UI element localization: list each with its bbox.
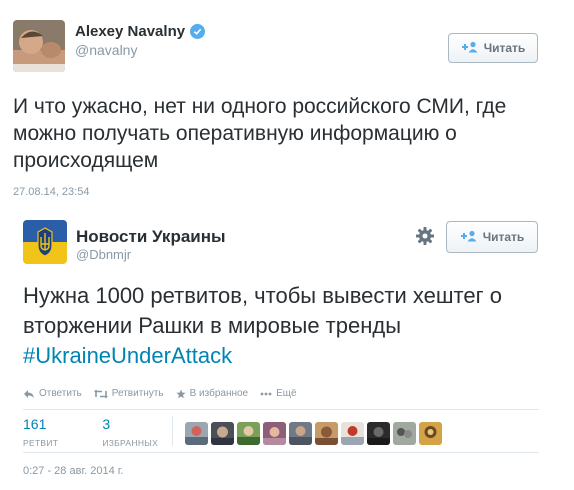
- avatar[interactable]: [289, 422, 312, 445]
- avatar[interactable]: [263, 422, 286, 445]
- star-icon: [175, 389, 186, 399]
- tweet-timestamp[interactable]: 0:27 - 28 авг. 2014 г.: [23, 465, 123, 477]
- divider: [23, 452, 539, 453]
- reply-icon: [23, 389, 35, 399]
- add-user-icon: [460, 230, 478, 245]
- retweet-icon: [93, 389, 108, 399]
- tweet-navalny: Alexey Navalny @navalny Читать И что ужа…: [0, 0, 574, 198]
- avatar[interactable]: [367, 422, 390, 445]
- tweet-novosti-ukrainy: Новости Украины @Dbnmjr Читать Нужна 100…: [0, 204, 574, 490]
- gear-icon[interactable]: [415, 226, 435, 246]
- favorites-stat[interactable]: 3 ИЗБРАННЫХ: [102, 416, 158, 448]
- follow-button[interactable]: Читать: [448, 33, 538, 63]
- retweeter-avatars: [185, 422, 442, 445]
- tweet-text: Нужна 1000 ретвитов, чтобы вывести хеште…: [23, 281, 543, 371]
- avatar[interactable]: [237, 422, 260, 445]
- divider: [172, 416, 173, 446]
- avatar[interactable]: [315, 422, 338, 445]
- retweet-label: Ретвитнуть: [111, 388, 164, 399]
- follow-button-label: Читать: [483, 41, 526, 55]
- avatar[interactable]: [393, 422, 416, 445]
- author-name-text[interactable]: Alexey Navalny: [75, 23, 185, 40]
- more-label: Ещё: [276, 388, 297, 399]
- avatar[interactable]: [23, 220, 67, 264]
- author-name[interactable]: Alexey Navalny: [75, 23, 206, 40]
- retweets-label: РЕТВИТ: [23, 438, 59, 448]
- tweet-stats: 161 РЕТВИТ 3 ИЗБРАННЫХ: [23, 416, 158, 448]
- follow-button-label: Читать: [482, 230, 525, 244]
- avatar[interactable]: [211, 422, 234, 445]
- favorites-count: 3: [102, 416, 111, 432]
- tweet-text: И что ужасно, нет ни одного российского …: [13, 95, 507, 172]
- tweet-actions: Ответить Ретвитнуть В избранное Ещё: [23, 388, 297, 399]
- reply-button[interactable]: Ответить: [23, 388, 82, 399]
- favorite-label: В избранное: [189, 388, 249, 399]
- avatar[interactable]: [341, 422, 364, 445]
- author-handle[interactable]: @Dbnmjr: [76, 247, 131, 262]
- retweet-button[interactable]: Ретвитнуть: [93, 388, 164, 399]
- avatar[interactable]: [13, 20, 65, 72]
- verified-badge-icon: [190, 24, 206, 39]
- avatar[interactable]: [419, 422, 442, 445]
- avatar[interactable]: [185, 422, 208, 445]
- favorite-button[interactable]: В избранное: [175, 388, 249, 399]
- tweet-timestamp[interactable]: 27.08.14, 23:54: [13, 186, 89, 198]
- follow-button[interactable]: Читать: [446, 221, 538, 253]
- add-user-icon: [461, 41, 479, 56]
- more-button[interactable]: Ещё: [260, 388, 297, 399]
- hashtag-link[interactable]: #UkraineUnderAttack: [23, 343, 232, 368]
- retweets-count: 161: [23, 416, 47, 432]
- reply-label: Ответить: [39, 388, 82, 399]
- tweet-text-main: Нужна 1000 ретвитов, чтобы вывести хеште…: [23, 283, 502, 338]
- author-name[interactable]: Новости Украины: [76, 227, 226, 247]
- author-handle[interactable]: @navalny: [75, 42, 137, 58]
- ellipsis-icon: [260, 392, 272, 396]
- favorites-label: ИЗБРАННЫХ: [102, 438, 159, 448]
- retweets-stat[interactable]: 161 РЕТВИТ: [23, 416, 58, 448]
- divider: [23, 409, 539, 410]
